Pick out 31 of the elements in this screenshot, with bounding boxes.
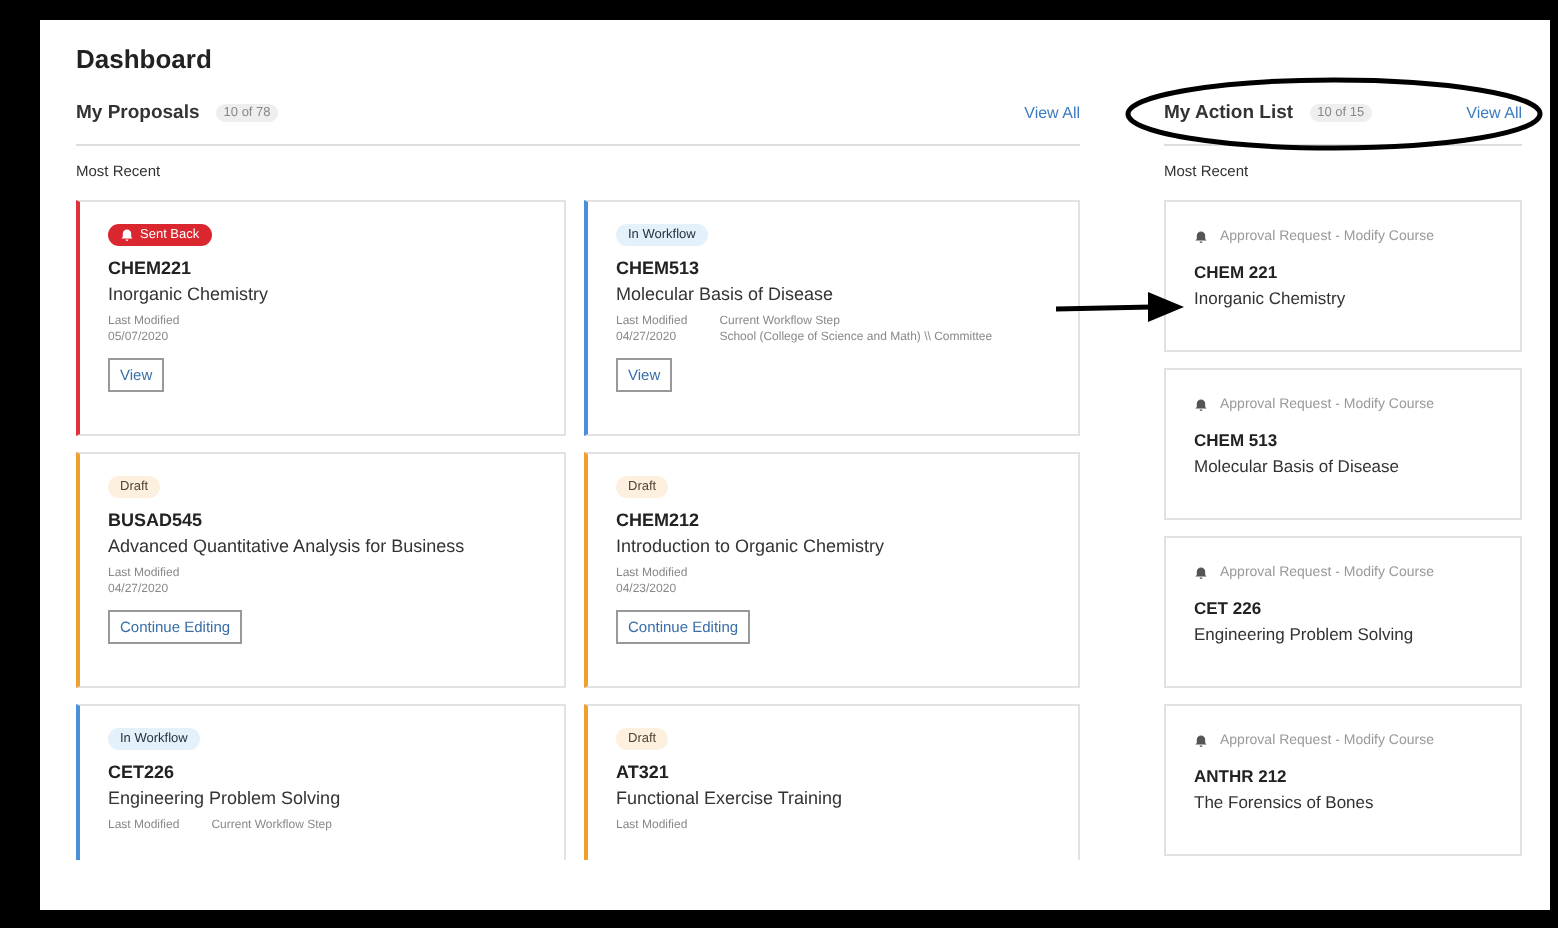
course-name: Functional Exercise Training <box>616 788 843 808</box>
course-code: CHEM 221 <box>1194 262 1280 282</box>
course-code: CHEM212 <box>616 510 700 530</box>
course-name: Engineering Problem Solving <box>1194 624 1416 644</box>
bell-icon <box>1194 398 1208 412</box>
course-name: Advanced Quantitative Analysis for Business <box>108 536 465 556</box>
course-code: CHEM 513 <box>1194 430 1280 450</box>
section-title: My Proposals <box>76 101 200 123</box>
bell-icon <box>120 228 134 242</box>
course-code: BUSAD545 <box>108 510 203 530</box>
section-title: My Action List <box>1164 101 1294 123</box>
bell-icon <box>1194 566 1208 580</box>
course-name: Molecular Basis of Disease <box>616 284 834 304</box>
course-name: Inorganic Chemistry <box>1194 288 1348 308</box>
course-code: CHEM513 <box>616 258 700 278</box>
course-code: AT321 <box>616 762 669 782</box>
course-code: CHEM221 <box>108 258 192 278</box>
bell-icon <box>1194 230 1208 244</box>
course-name: Inorganic Chemistry <box>108 284 269 304</box>
course-name: Introduction to Organic Chemistry <box>616 536 885 556</box>
view-all-link[interactable]: View All <box>1024 103 1080 121</box>
course-name: The Forensics of Bones <box>1194 792 1376 812</box>
course-code: ANTHR 212 <box>1194 766 1289 786</box>
page-title: Dashboard <box>76 44 214 78</box>
course-name: Molecular Basis of Disease <box>1194 456 1402 476</box>
course-code: CET226 <box>108 762 175 782</box>
bell-icon <box>1194 734 1208 748</box>
view-all-link[interactable]: View All <box>1466 103 1522 121</box>
course-code: CET 226 <box>1194 598 1264 618</box>
course-name: Engineering Problem Solving <box>108 788 341 808</box>
arrow-annotation <box>1056 292 1184 324</box>
